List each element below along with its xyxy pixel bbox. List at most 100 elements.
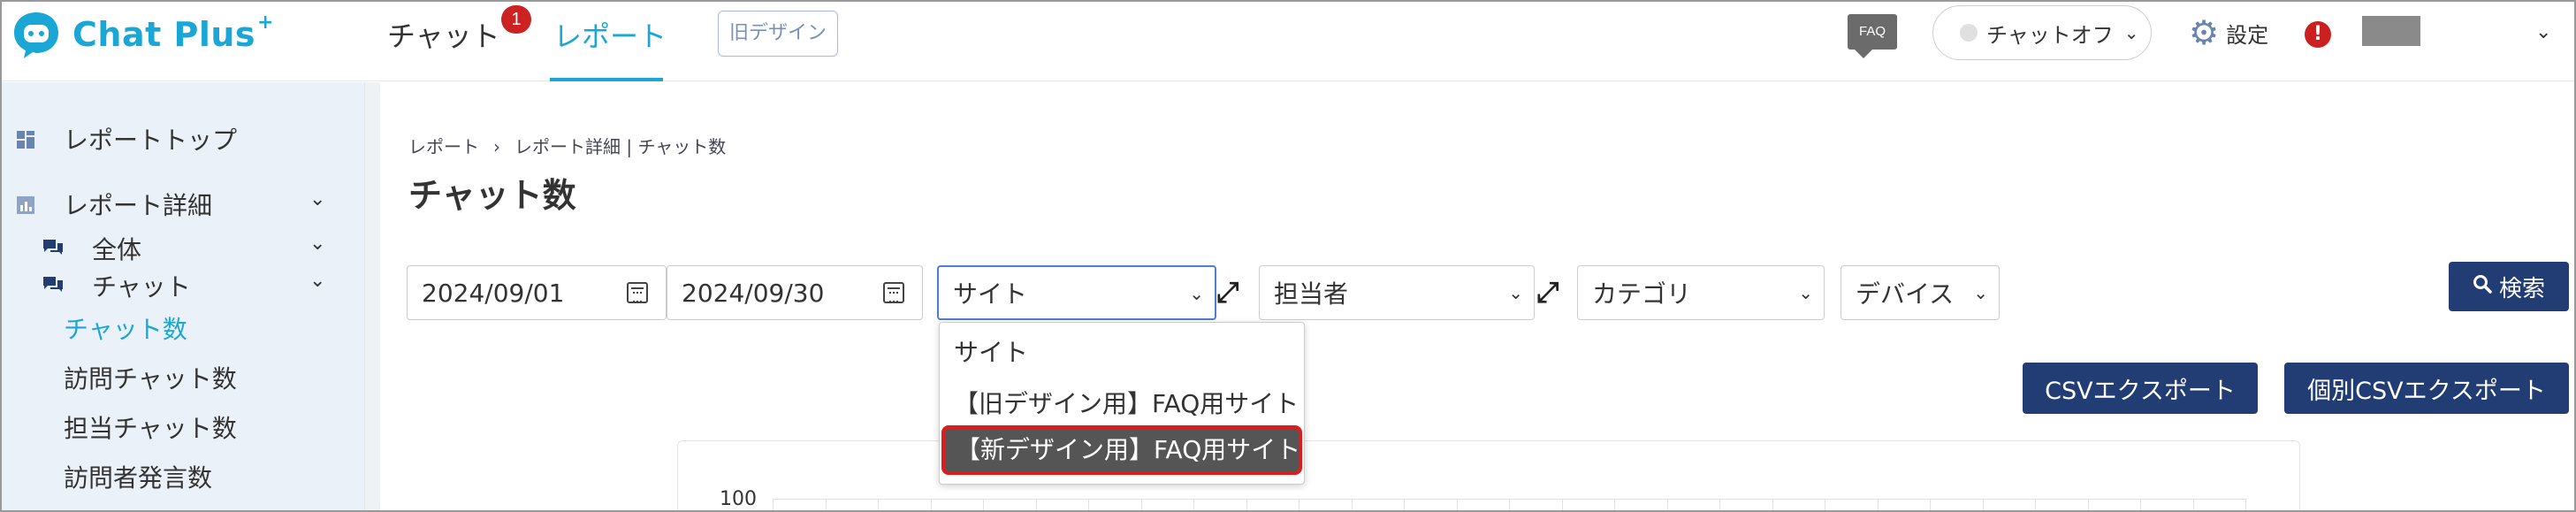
chart-vertical-gridline <box>1246 500 1247 510</box>
logo-text: Chat Plus+ <box>72 11 274 54</box>
breadcrumb-current: レポート詳細 | チャット数 <box>514 136 727 157</box>
chart-gridline <box>773 499 2247 510</box>
chart-vertical-gridline <box>1719 500 1720 510</box>
category-select-value: カテゴリ <box>1592 279 1692 309</box>
chart-vertical-gridline <box>1193 500 1194 510</box>
chart-vertical-gridline <box>1561 500 1563 510</box>
breadcrumb-separator: › <box>493 136 500 157</box>
breadcrumb-report[interactable]: レポート <box>408 136 479 157</box>
device-select[interactable]: デバイス ⌄ <box>1841 265 2000 320</box>
chat-bubbles-icon <box>42 238 63 257</box>
alert-icon[interactable]: ! <box>2305 21 2331 48</box>
date-to-value: 2024/09/30 <box>682 278 825 308</box>
chart-vertical-gridline <box>930 500 932 510</box>
chat-bubbles-icon <box>42 275 63 294</box>
chart-vertical-gridline <box>2035 500 2036 510</box>
site-select[interactable]: サイト ⌄ <box>937 265 1216 320</box>
csv-export-button[interactable]: CSVエクスポート <box>2023 363 2258 414</box>
dropdown-option-old-design-faq-site[interactable]: 【旧デザイン用】FAQ用サイト <box>940 379 1304 429</box>
gear-icon: ⚙ <box>2189 13 2220 52</box>
sidebar-item-assignee-chat-count[interactable]: 担当チャット数 <box>64 409 237 445</box>
chart-y-tick-label: 100 <box>720 488 757 510</box>
status-dot-icon <box>1960 24 1978 42</box>
chart-vertical-gridline <box>878 500 879 510</box>
date-from-value: 2024/09/01 <box>422 278 565 308</box>
chart-vertical-gridline <box>2192 500 2194 510</box>
site-select-value: サイト <box>953 279 1028 309</box>
individual-csv-export-button[interactable]: 個別CSVエクスポート <box>2284 363 2569 414</box>
expand-arrows-icon[interactable]: ⤢ <box>1216 278 1239 306</box>
chart-vertical-gridline <box>1351 500 1353 510</box>
chevron-down-icon[interactable]: ⌄ <box>309 188 325 210</box>
chat-status-toggle[interactable]: チャットオフ ⌄ <box>1932 5 2152 60</box>
site-dropdown-menu: サイト 【旧デザイン用】FAQ用サイト 【新デザイン用】FAQ用サイト <box>939 322 1305 485</box>
breadcrumb: レポート › レポート詳細 | チャット数 <box>408 133 726 158</box>
chart-vertical-gridline <box>2140 500 2141 510</box>
dashboard-icon <box>16 130 35 149</box>
dropdown-option-site[interactable]: サイト <box>940 328 1304 378</box>
chart-vertical-gridline <box>1509 500 1510 510</box>
app-window: Chat Plus+ チャット 1 レポート 旧デザイン FAQ チャットオフ … <box>0 0 2576 512</box>
chat-status-label: チャットオフ <box>1986 22 2114 48</box>
chart-vertical-gridline <box>1982 500 1984 510</box>
chevron-down-icon: ⌄ <box>1189 283 1204 304</box>
chart-vertical-gridline <box>1140 500 1142 510</box>
chevron-down-icon[interactable]: ⌄ <box>309 233 325 255</box>
dropdown-option-new-design-faq-site[interactable]: 【新デザイン用】FAQ用サイト <box>941 425 1302 475</box>
chart-vertical-gridline <box>2087 500 2089 510</box>
page-title: チャット数 <box>408 176 576 215</box>
chat-notification-badge: 1 <box>501 5 531 34</box>
chart-vertical-gridline <box>983 500 984 510</box>
chevron-down-icon: ⌄ <box>1798 282 1813 303</box>
search-icon <box>2473 273 2492 300</box>
chart-vertical-gridline <box>1404 500 1405 510</box>
chevron-down-icon: ⌄ <box>1973 282 1988 303</box>
sidebar: レポートトップ レポート詳細 ⌄ 全体 ⌄ チャット ⌄ チャット数 訪問チャッ… <box>2 82 364 510</box>
chart-vertical-gridline <box>1035 500 1037 510</box>
nav-tab-report[interactable]: レポート <box>553 14 667 55</box>
sidebar-item-chat-count[interactable]: チャット数 <box>64 310 187 346</box>
chart-vertical-gridline <box>1614 500 1615 510</box>
chart-vertical-gridline <box>1666 500 1668 510</box>
old-design-button[interactable]: 旧デザイン <box>718 11 838 57</box>
date-to-input[interactable]: 2024/09/30 <box>667 265 923 320</box>
user-menu-chevron-icon[interactable]: ⌄ <box>2535 21 2551 43</box>
expand-arrows-icon[interactable]: ⤢ <box>1536 278 1559 306</box>
device-select-value: デバイス <box>1856 279 1955 309</box>
avatar[interactable] <box>2362 16 2420 46</box>
chart-vertical-gridline <box>1088 500 1089 510</box>
logo[interactable]: Chat Plus+ <box>11 9 274 60</box>
calendar-icon[interactable] <box>627 282 648 303</box>
bar-chart-icon <box>16 195 35 215</box>
faq-icon[interactable]: FAQ <box>1848 14 1897 58</box>
chart-vertical-gridline <box>1930 500 1931 510</box>
sidebar-item-all[interactable]: 全体 <box>92 231 141 266</box>
sidebar-item-report-detail[interactable]: レポート詳細 <box>64 187 212 222</box>
settings-button[interactable]: ⚙ 設定 <box>2189 16 2268 50</box>
date-from-input[interactable]: 2024/09/01 <box>407 265 667 320</box>
chart-vertical-gridline <box>1456 500 1458 510</box>
sidebar-item-visit-chat-count[interactable]: 訪問チャット数 <box>64 360 237 395</box>
chat-bubble-logo-icon <box>11 9 62 60</box>
assignee-select-value: 担当者 <box>1274 279 1349 309</box>
sidebar-item-visitor-messages[interactable]: 訪問者発言数 <box>64 459 212 494</box>
chevron-down-icon[interactable]: ⌄ <box>309 270 325 292</box>
active-tab-indicator <box>550 78 663 81</box>
sidebar-scrollbar[interactable] <box>364 82 380 510</box>
calendar-icon[interactable] <box>883 282 904 303</box>
sidebar-item-chat[interactable]: チャット <box>92 268 191 303</box>
top-header: Chat Plus+ チャット 1 レポート 旧デザイン FAQ チャットオフ … <box>2 2 2574 81</box>
chevron-down-icon: ⌄ <box>2123 22 2139 43</box>
nav-tab-chat[interactable]: チャット <box>387 14 500 55</box>
chart-vertical-gridline <box>1877 500 1879 510</box>
sidebar-item-report-top[interactable]: レポートトップ <box>64 121 237 157</box>
chart-vertical-gridline <box>2245 500 2246 510</box>
chevron-down-icon: ⌄ <box>1508 282 1523 303</box>
assignee-select[interactable]: 担当者 ⌄ <box>1259 265 1535 320</box>
category-select[interactable]: カテゴリ ⌄ <box>1577 265 1825 320</box>
settings-label: 設定 <box>2226 22 2269 48</box>
chart-vertical-gridline <box>825 500 827 510</box>
search-button-label: 検索 <box>2498 275 2545 302</box>
chart-vertical-gridline <box>773 500 774 510</box>
search-button[interactable]: 検索 <box>2449 262 2569 311</box>
